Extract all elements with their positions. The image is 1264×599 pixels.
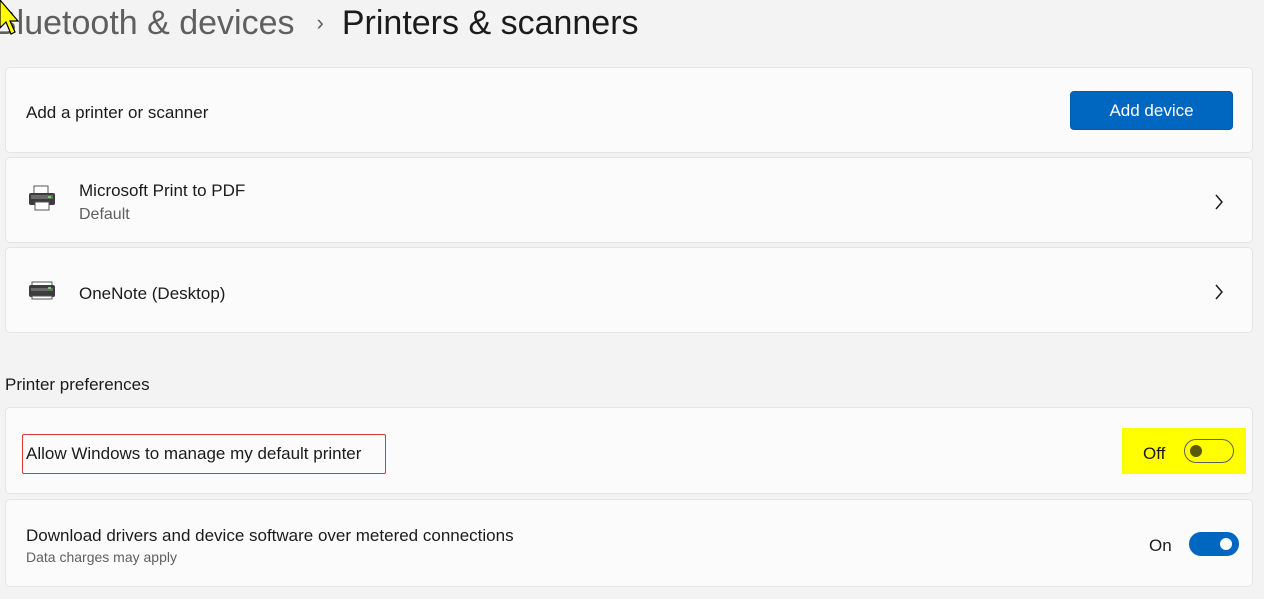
breadcrumb-parent-link[interactable]: Bluetooth & devices bbox=[0, 4, 295, 43]
breadcrumb: Bluetooth & devices › Printers & scanner… bbox=[0, 0, 639, 48]
metered-downloads-label: Download drivers and device software ove… bbox=[26, 526, 514, 545]
toggle-knob bbox=[1220, 538, 1232, 550]
manage-default-printer-label: Allow Windows to manage my default print… bbox=[26, 444, 362, 463]
printer-name: OneNote (Desktop) bbox=[79, 284, 226, 303]
mouse-cursor-icon bbox=[0, 0, 20, 35]
printer-row-onenote[interactable]: OneNote (Desktop) bbox=[5, 247, 1253, 333]
add-printer-label: Add a printer or scanner bbox=[26, 103, 209, 122]
printer-name: Microsoft Print to PDF bbox=[79, 181, 246, 200]
metered-downloads-toggle[interactable] bbox=[1189, 532, 1239, 556]
add-printer-card: Add a printer or scanner Add device bbox=[5, 67, 1253, 153]
printer-subtitle: Default bbox=[79, 206, 130, 223]
printer-icon bbox=[29, 185, 55, 211]
page-title: Printers & scanners bbox=[341, 3, 639, 42]
toggle-state-label: Off bbox=[1143, 444, 1166, 463]
manage-default-printer-row: Allow Windows to manage my default print… bbox=[5, 407, 1253, 494]
metered-downloads-subtitle: Data charges may apply bbox=[26, 549, 177, 565]
breadcrumb-separator-icon: › bbox=[316, 10, 324, 35]
printer-preferences-heading: Printer preferences bbox=[5, 375, 150, 394]
toggle-knob bbox=[1190, 445, 1202, 457]
chevron-right-icon bbox=[1215, 194, 1223, 210]
chevron-right-icon bbox=[1215, 284, 1223, 300]
manage-default-printer-toggle[interactable] bbox=[1184, 439, 1234, 463]
add-device-button[interactable]: Add device bbox=[1070, 91, 1233, 130]
printer-row-print-to-pdf[interactable]: Microsoft Print to PDF Default bbox=[5, 157, 1253, 243]
metered-downloads-row: Download drivers and device software ove… bbox=[5, 499, 1253, 587]
printer-icon bbox=[29, 281, 55, 300]
toggle-state-label: On bbox=[1149, 536, 1172, 555]
